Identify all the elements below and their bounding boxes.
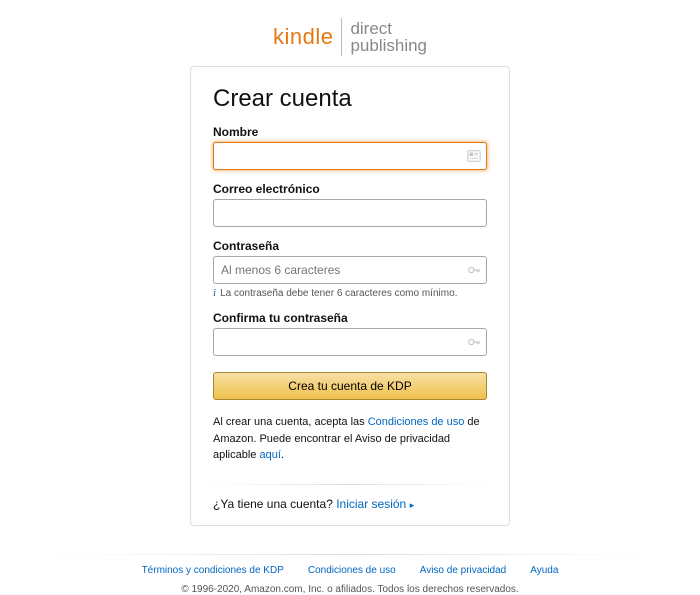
footer-link-help[interactable]: Ayuda [530,565,558,576]
key-icon [467,335,481,349]
copyright-text: © 1996-2020, Amazon.com, Inc. o afiliado… [0,584,700,595]
footer-divider [60,554,640,555]
logo-dp-text: direct publishing [350,20,427,54]
name-label: Nombre [213,125,487,139]
name-field-group: Nombre [213,125,487,170]
password-field-group: Contraseña i La contraseña debe tener 6 … [213,239,487,299]
kdp-logo: kindle direct publishing [273,18,427,56]
email-label: Correo electrónico [213,182,487,196]
privacy-link[interactable]: aquí [259,449,280,461]
info-icon: i [213,288,216,299]
terms-link[interactable]: Condiciones de uso [368,416,465,428]
footer-links: Términos y condiciones de KDP Condicione… [0,565,700,576]
logo-divider [341,18,342,56]
confirm-field-group: Confirma tu contraseña [213,311,487,356]
register-card: Crear cuenta Nombre Correo electrónico C… [190,66,510,526]
logo-kindle-text: kindle [273,24,333,50]
legal-text: Al crear una cuenta, acepta las Condicio… [213,414,487,464]
page-footer: Términos y condiciones de KDP Condicione… [0,554,700,595]
key-icon [467,263,481,277]
confirm-label: Confirma tu contraseña [213,311,487,325]
footer-link-terms-kdp[interactable]: Términos y condiciones de KDP [142,565,284,576]
email-field-group: Correo electrónico [213,182,487,227]
footer-link-privacy[interactable]: Aviso de privacidad [420,565,507,576]
confirm-input[interactable] [213,328,487,356]
page-title: Crear cuenta [213,85,487,113]
email-input[interactable] [213,199,487,227]
signin-link[interactable]: Iniciar sesión ▸ [336,497,414,511]
signin-row: ¿Ya tiene una cuenta? Iniciar sesión ▸ [213,497,487,511]
password-label: Contraseña [213,239,487,253]
name-input[interactable] [213,142,487,170]
password-hint: i La contraseña debe tener 6 caracteres … [213,288,487,299]
footer-link-terms[interactable]: Condiciones de uso [308,565,396,576]
password-input[interactable] [213,256,487,284]
card-divider [213,484,487,485]
chevron-right-icon: ▸ [407,500,414,510]
autofill-icon [467,149,481,163]
create-account-button[interactable]: Crea tu cuenta de KDP [213,372,487,400]
